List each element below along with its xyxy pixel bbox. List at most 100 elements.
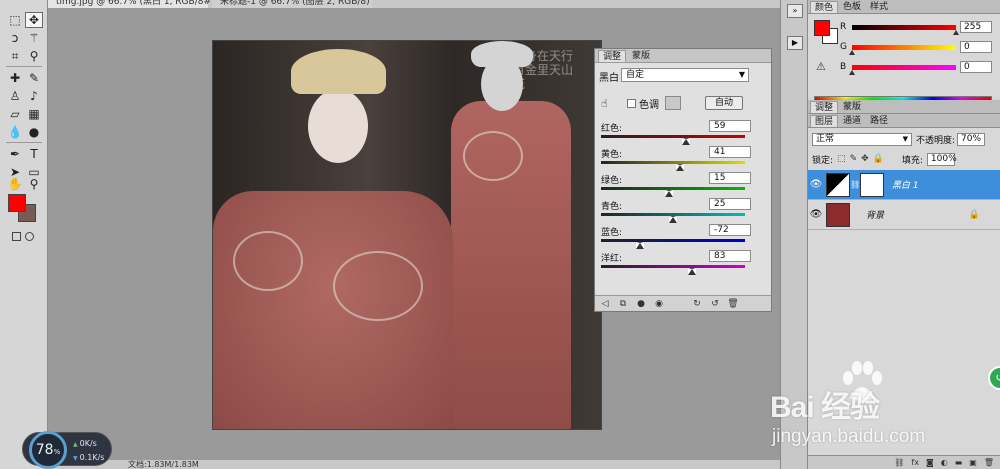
eye-icon[interactable]: 👁 [808, 209, 824, 220]
pen-icon[interactable]: ✒ [6, 146, 24, 162]
tab-color[interactable]: 颜色 [810, 1, 839, 13]
layer-row-bw1[interactable]: 👁 ⛓ 黑白 1 [808, 170, 1000, 200]
targeted-adjust-icon[interactable]: ☝ [601, 97, 617, 110]
slider-thumb[interactable] [676, 164, 685, 171]
slider-track[interactable] [601, 135, 745, 138]
tab-styles[interactable]: 样式 [866, 1, 892, 13]
lock-position-icon[interactable]: ✥ [861, 154, 869, 164]
collapse-dock-icon[interactable]: » [787, 4, 803, 18]
standard-mode-icon[interactable] [12, 232, 21, 241]
move-icon[interactable]: ✥ [25, 12, 43, 28]
blend-mode-select[interactable]: 正常 ▼ [812, 132, 912, 146]
crop-icon[interactable]: ⌗ [6, 48, 24, 64]
color-panel-foreground[interactable] [814, 20, 830, 36]
auto-button[interactable]: 自动 [705, 96, 743, 110]
new-group-icon[interactable]: ▬ [955, 458, 963, 467]
expand-view-icon[interactable]: ⧉ [617, 299, 629, 309]
fill-input[interactable]: 100% [926, 152, 957, 166]
eraser-icon[interactable]: ▱ [6, 106, 24, 122]
foreground-color-swatch[interactable] [8, 194, 26, 212]
download-speed: 0.1K/s [73, 453, 105, 462]
tint-color-swatch[interactable] [665, 96, 681, 110]
tab-layers[interactable]: 图层 [810, 115, 839, 127]
history-panel-icon[interactable]: ▶ [787, 36, 803, 50]
tab-adjustments-dock[interactable]: 调整 [810, 101, 839, 113]
lock-pixels-icon[interactable]: ✎ [850, 154, 858, 164]
channel-thumb[interactable] [953, 30, 959, 35]
slider-track[interactable] [601, 161, 745, 164]
view-previous-icon[interactable]: ↻ [691, 299, 703, 309]
blur-icon[interactable]: 💧 [6, 124, 24, 140]
clone-stamp-icon[interactable]: ♙ [6, 88, 24, 104]
tab-masks-dock[interactable]: 蒙版 [839, 101, 865, 113]
marquee-icon[interactable]: ⬚ [6, 12, 24, 28]
slider-thumb[interactable] [664, 190, 673, 197]
slider-value-input[interactable]: 59 [709, 120, 751, 132]
document-canvas[interactable]: 平身在天行月金里天山花 [212, 40, 602, 430]
add-mask-icon[interactable]: ◙ [926, 458, 934, 467]
lasso-icon[interactable]: ↄ [6, 30, 24, 46]
channel-ramp[interactable] [852, 65, 956, 70]
slider-thumb[interactable] [687, 268, 696, 275]
lock-row: 锁定: ⬚ ✎ ✥ 🔒 填充: 100% [812, 152, 998, 166]
dodge-icon[interactable]: ● [25, 124, 43, 140]
layer-row-background[interactable]: 👁 背景 🔒 [808, 200, 1000, 230]
network-speed-widget[interactable]: 78% 0K/s 0.1K/s [22, 431, 112, 469]
doc-tab-timg[interactable]: timg.jpg @ 66.7% (黑白 1, RGB/8#) [48, 0, 215, 8]
slider-thumb[interactable] [681, 138, 690, 145]
link-layers-icon[interactable]: ⛓ [894, 458, 904, 467]
tab-paths[interactable]: 路径 [866, 115, 892, 127]
magic-wand-icon[interactable]: ⚚ [25, 30, 43, 46]
gamut-warning-icon[interactable]: ⚠ [816, 60, 826, 73]
reset-icon[interactable]: ↺ [709, 299, 721, 309]
tab-masks[interactable]: 蒙版 [628, 50, 654, 62]
new-layer-icon[interactable]: ▣ [969, 458, 977, 467]
hand-icon[interactable]: ✋ [6, 176, 24, 192]
history-brush-icon[interactable]: ♪ [25, 88, 43, 104]
back-arrow-icon[interactable]: ◁ [599, 299, 611, 309]
slider-label: 蓝色: [601, 228, 623, 238]
channel-thumb[interactable] [849, 50, 855, 55]
slider-value-input[interactable]: -72 [709, 224, 751, 236]
tab-swatches[interactable]: 色板 [839, 1, 865, 13]
eyedropper-icon[interactable]: ⚲ [25, 48, 43, 64]
slider-value-input[interactable]: 41 [709, 146, 751, 158]
channel-value-input[interactable]: 0 [960, 41, 992, 53]
slider-thumb[interactable] [669, 216, 677, 223]
tint-checkbox[interactable] [627, 98, 636, 108]
healing-brush-icon[interactable]: ✚ [6, 70, 24, 86]
lock-transparency-icon[interactable]: ⬚ [837, 154, 846, 164]
zoom-icon[interactable]: ⚲ [25, 176, 43, 192]
gradient-icon[interactable]: ▦ [25, 106, 43, 122]
quick-mask-toggle[interactable] [12, 232, 36, 246]
slider-value-input[interactable]: 15 [709, 172, 751, 184]
slider-track[interactable] [601, 265, 745, 268]
preset-select[interactable]: 自定 ▼ [621, 68, 749, 82]
slider-track[interactable] [601, 187, 745, 190]
brush-icon[interactable]: ✎ [25, 70, 43, 86]
tab-channels[interactable]: 通道 [839, 115, 865, 127]
new-adjustment-icon[interactable]: ◐ [941, 458, 948, 467]
tab-adjustments[interactable]: 调整 [598, 50, 627, 62]
slider-thumb[interactable] [635, 242, 644, 249]
doc-tab-untitled[interactable]: 未标题-1 @ 66.7% (图层 2, RGB/8) [212, 0, 372, 8]
slider-value-input[interactable]: 83 [709, 250, 751, 262]
quick-mask-icon[interactable] [25, 232, 34, 241]
slider-track[interactable] [601, 239, 745, 242]
text-icon[interactable]: T [25, 146, 43, 162]
slider-value-input[interactable]: 25 [709, 198, 751, 210]
lock-all-icon[interactable]: 🔒 [873, 154, 884, 164]
channel-thumb[interactable] [849, 70, 855, 75]
clip-to-layer-icon[interactable]: ● [635, 299, 647, 309]
opacity-input[interactable]: 70% [957, 132, 986, 146]
channel-value-input[interactable]: 255 [960, 21, 992, 33]
eye-icon[interactable]: 👁 [808, 179, 824, 190]
visibility-icon[interactable]: ◉ [653, 299, 665, 309]
fx-icon[interactable]: fx [911, 458, 919, 467]
channel-ramp[interactable] [852, 25, 956, 30]
delete-adjustment-icon[interactable]: 🗑 [727, 299, 739, 309]
channel-ramp[interactable] [852, 45, 956, 50]
delete-layer-icon[interactable]: 🗑 [984, 458, 994, 467]
layer-mask-thumbnail[interactable] [860, 172, 884, 197]
channel-value-input[interactable]: 0 [960, 61, 992, 73]
